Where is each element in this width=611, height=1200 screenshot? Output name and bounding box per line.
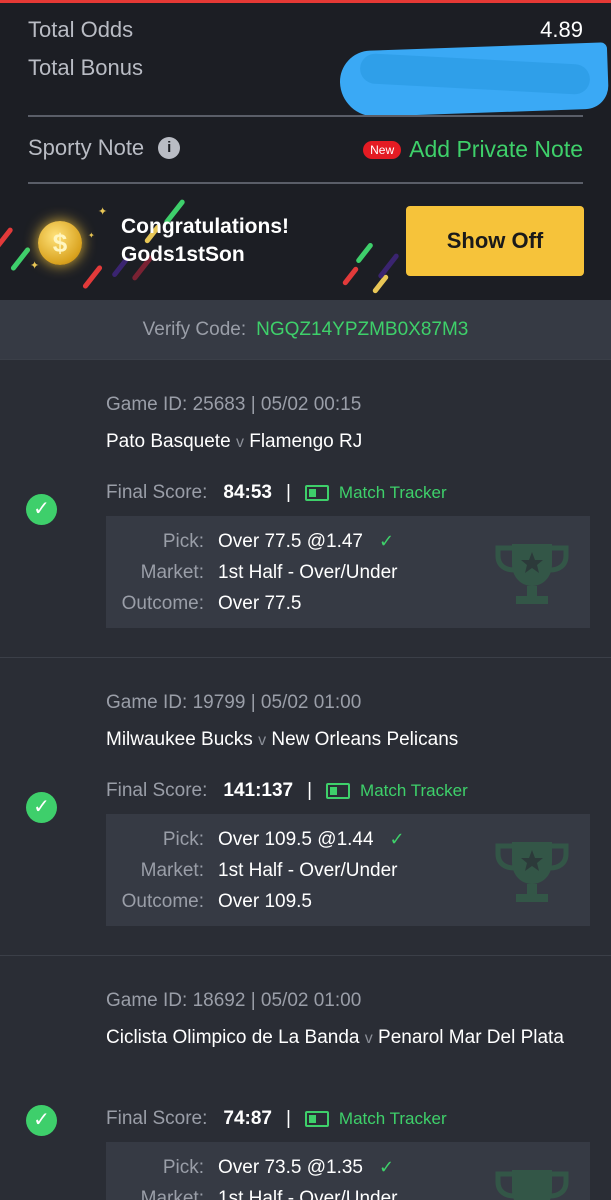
pick-details-box: Pick: Over 109.5 @1.44 ✓ Market: 1st Hal… — [106, 814, 590, 926]
vs-label: v — [258, 732, 266, 749]
confetti-decoration — [10, 246, 31, 271]
confetti-decoration — [0, 227, 14, 254]
game-teams: Ciclista Olimpico de La Banda v Penarol … — [106, 1022, 576, 1054]
game-id-header: Game ID: 25683 | 05/02 00:15 — [106, 394, 361, 416]
outcome-value: Over 109.5 — [218, 891, 312, 913]
outcome-label: Outcome: — [106, 891, 204, 913]
separator: | — [307, 780, 312, 802]
total-bonus-label: Total Bonus — [28, 55, 143, 80]
pick-value: Over 77.5 @1.47 — [218, 531, 363, 553]
star-decoration: ✦ — [98, 205, 107, 218]
pick-label: Pick: — [106, 531, 204, 553]
home-team: Milwaukee Bucks — [106, 729, 253, 750]
total-odds-label: Total Odds — [28, 17, 133, 43]
outcome-value: Over 77.5 — [218, 593, 301, 615]
final-score-value: 141:137 — [223, 780, 293, 802]
final-score-value: 84:53 — [223, 482, 272, 504]
check-icon: ✓ — [379, 531, 394, 552]
home-team: Pato Basquete — [106, 431, 231, 452]
final-score-row: Final Score: 74:87 | Match Tracker — [106, 1108, 447, 1130]
final-score-value: 74:87 — [223, 1108, 272, 1130]
market-label: Market: — [106, 860, 204, 882]
match-tracker-link[interactable]: Match Tracker — [339, 483, 447, 503]
final-score-label: Final Score: — [106, 482, 207, 504]
market-value: 1st Half - Over/Under — [218, 562, 398, 584]
star-decoration: ✦ — [30, 259, 39, 272]
trophy-icon — [492, 1164, 572, 1200]
congrats-message: Congratulations! Gods1stSon — [121, 213, 289, 269]
home-team: Ciclista Olimpico de La Banda — [106, 1027, 359, 1048]
add-private-note-label: Add Private Note — [409, 136, 583, 163]
pick-value: Over 109.5 @1.44 — [218, 829, 374, 851]
congrats-title: Congratulations! — [121, 213, 289, 241]
verify-code-label: Verify Code: — [143, 319, 247, 341]
match-tracker-link[interactable]: Match Tracker — [339, 1109, 447, 1129]
separator: | — [286, 1108, 291, 1130]
pick-value: Over 73.5 @1.35 — [218, 1157, 363, 1179]
verify-code-value[interactable]: NGQZ14YPZMB0X87M3 — [256, 319, 468, 341]
verify-code-bar: Verify Code: NGQZ14YPZMB0X87M3 — [0, 300, 611, 359]
add-private-note-link[interactable]: New Add Private Note — [363, 136, 583, 163]
final-score-row: Final Score: 141:137 | Match Tracker — [106, 780, 468, 802]
market-value: 1st Half - Over/Under — [218, 1188, 398, 1200]
won-check-icon: ✓ — [26, 494, 57, 525]
confetti-decoration — [82, 264, 103, 289]
market-label: Market: — [106, 1188, 204, 1200]
trophy-icon — [492, 836, 572, 906]
pick-details-box: Pick: Over 73.5 @1.35 ✓ Market: 1st Half… — [106, 1142, 590, 1200]
info-icon[interactable]: i — [158, 137, 180, 159]
game-teams: Milwaukee Bucks v New Orleans Pelicans — [106, 724, 576, 756]
final-score-label: Final Score: — [106, 780, 207, 802]
vs-label: v — [236, 434, 244, 451]
away-team: New Orleans Pelicans — [271, 729, 458, 750]
market-label: Market: — [106, 562, 204, 584]
coin-icon: $ — [38, 221, 82, 265]
game-card: ✓ Game ID: 19799 | 05/02 01:00 Milwaukee… — [0, 657, 611, 955]
game-id-header: Game ID: 19799 | 05/02 01:00 — [106, 692, 361, 714]
away-team: Penarol Mar Del Plata — [378, 1027, 564, 1048]
vs-label: v — [365, 1030, 373, 1047]
star-decoration: ✦ — [88, 231, 95, 240]
final-score-row: Final Score: 84:53 | Match Tracker — [106, 482, 447, 504]
match-tracker-icon[interactable] — [305, 1111, 329, 1127]
game-card: ✓ Game ID: 25683 | 05/02 00:15 Pato Basq… — [0, 359, 611, 657]
game-card: ✓ Game ID: 18692 | 05/02 01:00 Ciclista … — [0, 955, 611, 1199]
match-tracker-link[interactable]: Match Tracker — [360, 781, 468, 801]
confetti-decoration — [355, 242, 374, 264]
won-check-icon: ✓ — [26, 1105, 57, 1136]
final-score-label: Final Score: — [106, 1108, 207, 1130]
total-odds-value: 4.89 — [540, 17, 583, 43]
won-check-icon: ✓ — [26, 792, 57, 823]
match-tracker-icon[interactable] — [326, 783, 350, 799]
new-badge: New — [363, 141, 401, 159]
separator: | — [286, 482, 291, 504]
sporty-note-label: Sporty Note — [28, 135, 144, 161]
divider — [28, 182, 583, 184]
confetti-decoration — [377, 253, 399, 280]
divider — [28, 115, 583, 117]
away-team: Flamengo RJ — [249, 431, 362, 452]
trophy-icon — [492, 538, 572, 608]
bet-summary-panel: Total Odds 4.89 Total Bonus Sporty Note … — [0, 3, 611, 300]
congrats-banner: ✦ ✦ ✦ $ Congratulations! Gods1stSon Show… — [0, 193, 611, 300]
confetti-decoration — [342, 266, 359, 286]
congrats-username: Gods1stSon — [121, 241, 289, 269]
market-value: 1st Half - Over/Under — [218, 860, 398, 882]
match-tracker-icon[interactable] — [305, 485, 329, 501]
outcome-label: Outcome: — [106, 593, 204, 615]
show-off-button[interactable]: Show Off — [406, 206, 584, 276]
pick-label: Pick: — [106, 1157, 204, 1179]
game-teams: Pato Basquete v Flamengo RJ — [106, 426, 576, 458]
pick-label: Pick: — [106, 829, 204, 851]
pick-details-box: Pick: Over 77.5 @1.47 ✓ Market: 1st Half… — [106, 516, 590, 628]
check-icon: ✓ — [390, 829, 405, 850]
check-icon: ✓ — [379, 1157, 394, 1178]
game-id-header: Game ID: 18692 | 05/02 01:00 — [106, 990, 361, 1012]
total-odds-row: Total Odds 4.89 — [28, 17, 583, 43]
